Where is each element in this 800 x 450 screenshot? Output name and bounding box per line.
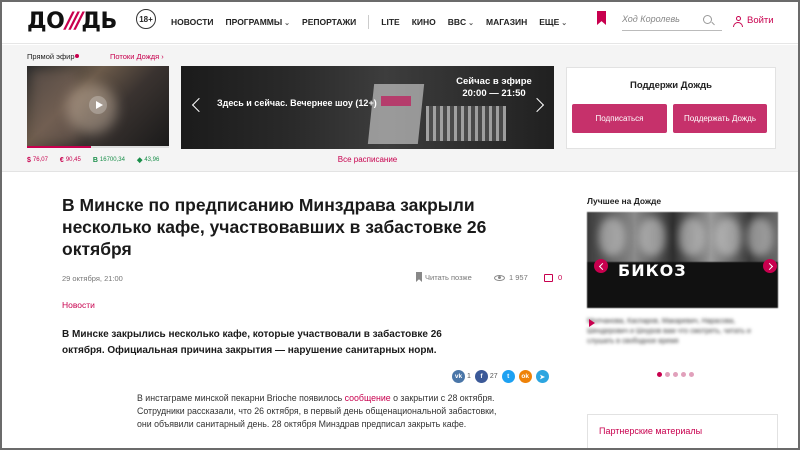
donate-button[interactable]: Поддержать Дождь <box>673 104 767 133</box>
article-date: 29 октября, 21:00 <box>62 274 123 283</box>
chevron-right-icon: › <box>161 52 164 61</box>
chevron-down-icon: ⌄ <box>284 20 291 27</box>
logo-left: ДО <box>27 8 65 34</box>
view-count-value: 1 957 <box>509 273 528 282</box>
chevron-down-icon: ⌄ <box>561 20 568 27</box>
read-later-label: Читать позже <box>425 272 472 282</box>
odnoklassniki-icon[interactable]: ok <box>518 370 532 383</box>
live-progress-bar <box>27 146 169 148</box>
main-nav: НОВОСТИ ПРОГРАММЫ ⌄ РЕПОРТАЖИ LITE КИНО B… <box>171 15 579 29</box>
live-progress-fill <box>27 146 91 148</box>
best-description[interactable]: Молчанова, Каспаров, Макаревич, Нарасова… <box>587 317 772 347</box>
facebook-icon[interactable]: f <box>474 370 488 383</box>
carousel-dot[interactable] <box>665 372 670 377</box>
vk-share-count: 1 <box>467 373 471 380</box>
currency-quotes: $76,07 €90,45 B 16700,34 ◆ 43,96 <box>27 156 171 165</box>
login-button[interactable]: Войти <box>733 15 774 27</box>
read-later-button[interactable]: Читать позже <box>416 272 472 282</box>
login-label: Войти <box>747 15 774 26</box>
best-featured-caption: БИКОЗ <box>618 261 687 280</box>
article-body-paragraph: В инстаграме минской пекарни Brioche поя… <box>137 393 497 429</box>
live-label: Прямой эфир <box>27 52 75 61</box>
nav-item-bbc[interactable]: BBC ⌄ <box>448 17 474 27</box>
telegram-icon[interactable]: ➤ <box>535 370 549 383</box>
best-prev-icon[interactable] <box>594 259 608 273</box>
quote-eur: €90,45 <box>59 156 81 164</box>
site-logo[interactable]: ДО///ДЬ <box>27 8 117 34</box>
bookmark-icon <box>416 272 422 282</box>
article-category[interactable]: Новости <box>62 300 95 310</box>
nav-item-more[interactable]: ЕЩЕ ⌄ <box>539 17 567 27</box>
nav-item-lite[interactable]: LITE <box>381 17 399 27</box>
carousel-dot[interactable] <box>681 372 686 377</box>
bookmark-icon[interactable] <box>597 11 606 25</box>
partner-materials-link[interactable]: Партнерские материалы <box>599 426 702 436</box>
chevron-down-icon: ⌄ <box>468 20 475 27</box>
fb-share-count: 27 <box>489 373 498 380</box>
carousel-dot[interactable] <box>673 372 678 377</box>
play-icon[interactable] <box>89 96 107 114</box>
live-indicator-dot <box>75 54 79 58</box>
slide-title[interactable]: Здесь и сейчас. Вечернее шоу (12+) <box>217 98 377 108</box>
carousel-dot[interactable] <box>689 372 694 377</box>
on-air-info: Сейчас в эфире 20:00 — 21:50 <box>448 76 540 100</box>
best-next-icon[interactable] <box>763 259 777 273</box>
quote-oil: ◆ 43,96 <box>136 157 160 164</box>
comments-link[interactable]: 0 <box>544 273 562 282</box>
instagram-post-link[interactable]: сообщение <box>345 393 391 403</box>
share-bar: vk 1 f 27 t ok ➤ <box>452 370 553 383</box>
live-video-thumbnail[interactable] <box>27 66 169 146</box>
nav-item-shop[interactable]: МАГАЗИН <box>486 17 527 27</box>
user-icon <box>733 15 743 27</box>
carousel-dot[interactable] <box>657 372 662 377</box>
carousel-dots <box>657 372 697 377</box>
twitter-icon[interactable]: t <box>501 370 515 383</box>
site-header: ДО///ДЬ 18+ НОВОСТИ ПРОГРАММЫ ⌄ РЕПОРТАЖИ… <box>0 0 800 44</box>
nav-divider <box>368 15 370 29</box>
logo-right: ДЬ <box>81 8 117 34</box>
on-air-time: 20:00 — 21:50 <box>462 88 526 99</box>
subscribe-button[interactable]: Подписаться <box>572 104 667 133</box>
eye-icon <box>494 274 505 281</box>
streams-link[interactable]: Потоки Дождя › <box>110 52 164 61</box>
play-icon <box>589 319 595 327</box>
on-air-label: Сейчас в эфире <box>456 76 532 87</box>
nav-item-programs[interactable]: ПРОГРАММЫ ⌄ <box>226 17 291 27</box>
nav-item-reports[interactable]: РЕПОРТАЖИ <box>302 17 356 27</box>
view-count: 1 957 <box>494 273 528 282</box>
best-featured-image[interactable] <box>587 212 778 308</box>
best-section-title: Лучшее на Дожде <box>587 196 662 206</box>
support-title: Поддержи Дождь <box>630 80 712 91</box>
article-title: В Минске по предписанию Минздрава закрыл… <box>62 195 487 259</box>
nav-item-kino[interactable]: КИНО <box>412 17 436 27</box>
age-rating-badge: 18+ <box>136 9 156 29</box>
article-lead: В Минске закрылись несколько кафе, котор… <box>62 329 442 356</box>
comment-count: 0 <box>558 273 563 282</box>
quote-usd: $76,07 <box>27 156 48 164</box>
vk-icon[interactable]: vk <box>452 370 465 383</box>
nav-item-news[interactable]: НОВОСТИ <box>171 17 214 27</box>
comment-icon <box>544 273 553 282</box>
quote-btc: B 16700,34 <box>92 156 125 164</box>
logo-slashes: /// <box>65 8 83 34</box>
schedule-link[interactable]: Все расписание <box>181 155 554 164</box>
search-icon[interactable] <box>703 15 712 24</box>
